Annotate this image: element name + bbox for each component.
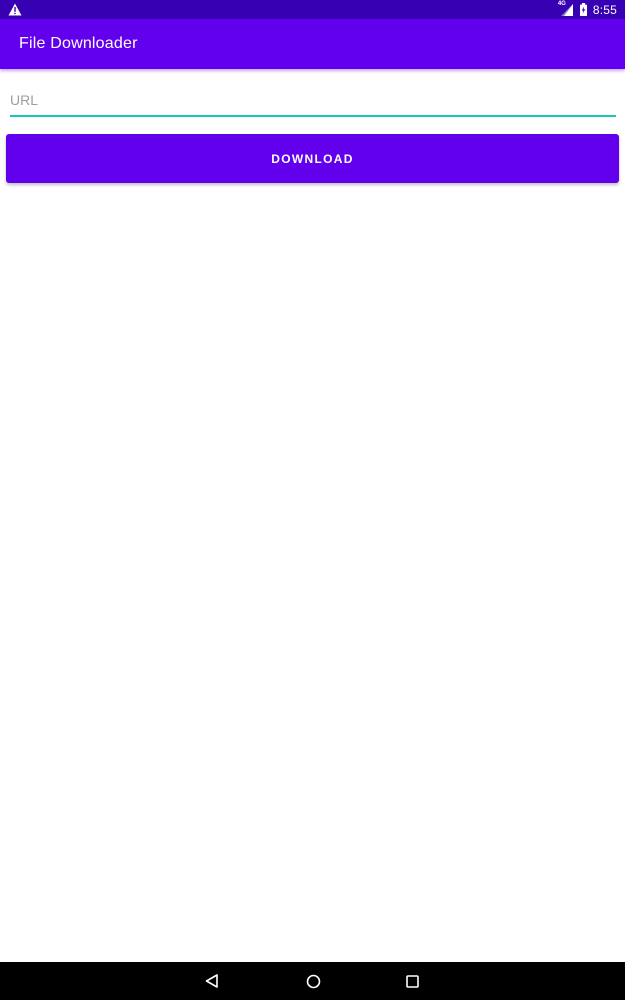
back-icon bbox=[205, 974, 218, 988]
status-time: 8:55 bbox=[592, 2, 617, 17]
url-field[interactable] bbox=[10, 82, 616, 117]
app-title: File Downloader bbox=[19, 35, 138, 52]
status-right: 4G 8:55 bbox=[558, 1, 617, 17]
status-bar: 4G 8:55 bbox=[0, 0, 625, 19]
home-icon bbox=[306, 974, 320, 988]
signal-icon bbox=[560, 4, 573, 16]
navigation-bar bbox=[0, 962, 625, 1000]
nav-home-button[interactable] bbox=[293, 962, 333, 1000]
recents-icon bbox=[405, 974, 419, 988]
app-bar: File Downloader bbox=[0, 19, 625, 69]
url-input[interactable] bbox=[10, 82, 616, 115]
status-left bbox=[8, 3, 22, 16]
battery-icon bbox=[579, 3, 587, 16]
nav-back-button[interactable] bbox=[192, 962, 232, 1000]
download-button[interactable]: DOWNLOAD bbox=[6, 134, 619, 183]
signal-indicator: 4G bbox=[558, 1, 574, 16]
nav-recents-button[interactable] bbox=[392, 962, 432, 1000]
warning-icon bbox=[8, 3, 22, 16]
